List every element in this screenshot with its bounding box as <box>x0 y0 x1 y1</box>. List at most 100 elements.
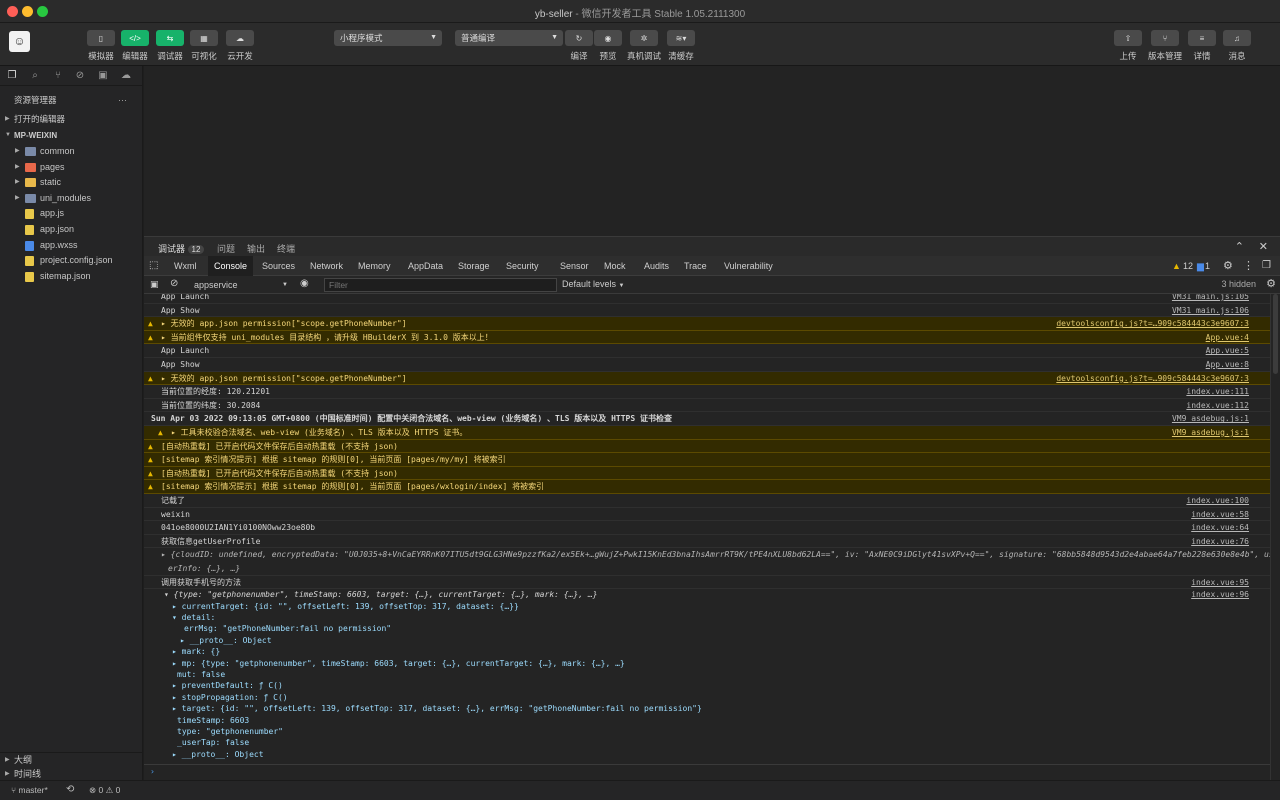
source-link[interactable]: index.vue:76 <box>1191 535 1249 548</box>
problems-indicator[interactable]: ⊗ 0 ⚠ 0 <box>89 785 120 796</box>
window-title: yb-seller - 微信开发者工具 Stable 1.05.2111300 <box>534 9 746 20</box>
source-link[interactable]: VM31 main.js:105 <box>1172 294 1249 303</box>
console-line: App Launch App.vue:5 <box>144 344 1270 358</box>
inspect-icon[interactable]: ⬚ <box>149 256 158 276</box>
tab-wxml[interactable]: Wxml <box>174 256 197 276</box>
more-icon[interactable]: ··· <box>118 93 138 108</box>
outline-section[interactable]: ▶ 大纲 <box>0 752 143 767</box>
tab-console[interactable]: Console <box>208 256 254 276</box>
tab-security[interactable]: Security <box>506 256 539 276</box>
console-line: ▸ mark: {} <box>172 647 221 657</box>
file-tree-item[interactable]: ▶ uni_modules <box>0 191 143 206</box>
editor-button[interactable]: </> <box>121 30 149 46</box>
gear-icon[interactable]: ⚙ <box>1223 256 1233 276</box>
source-link[interactable]: App.vue:5 <box>1206 344 1249 357</box>
file-tree-item[interactable]: app.wxss <box>0 238 143 253</box>
tab-appdata[interactable]: AppData <box>408 256 443 276</box>
console-input[interactable]: › <box>144 764 1270 778</box>
source-link[interactable]: devtoolsconfig.js?t=…909c584443c3e9607:3 <box>1056 372 1249 385</box>
error-icon: ⊗ <box>89 785 97 795</box>
file-tree-item[interactable]: project.config.json <box>0 253 143 268</box>
source-link[interactable]: App.vue:8 <box>1206 358 1249 371</box>
version-button[interactable]: ⑂ <box>1151 30 1179 46</box>
filter-input[interactable] <box>324 278 557 292</box>
extensions-icon[interactable]: ▣ <box>96 69 110 83</box>
avatar[interactable]: ☺ <box>9 31 30 52</box>
mode-select[interactable]: 小程序模式 ▼ <box>334 30 442 46</box>
gear-icon[interactable]: ⚙ <box>1266 277 1276 290</box>
messages-button[interactable]: ♫ <box>1223 30 1251 46</box>
file-tree-item[interactable]: ▶ common <box>0 144 143 159</box>
cloud-icon[interactable]: ☁ <box>119 69 133 83</box>
source-link[interactable]: index.vue:96 <box>1191 589 1249 600</box>
file-tree-item[interactable]: sitemap.json <box>0 269 143 284</box>
sidebar-toggle-icon[interactable]: ▣ <box>150 279 159 290</box>
visual-button[interactable]: ▦ <box>190 30 218 46</box>
search-icon[interactable]: ⌕ <box>28 69 42 83</box>
tab-sensor[interactable]: Sensor <box>560 256 589 276</box>
chevron-up-icon[interactable]: ⌃ <box>1235 240 1244 253</box>
source-link[interactable]: devtoolsconfig.js?t=…909c584443c3e9607:3 <box>1056 317 1249 330</box>
tab-trace[interactable]: Trace <box>684 256 707 276</box>
source-link[interactable]: App.vue:4 <box>1206 331 1249 344</box>
source-link[interactable]: VM9 asdebug.js:1 <box>1172 412 1249 425</box>
compile-button[interactable]: ↻ <box>565 30 593 46</box>
file-tree-item[interactable]: ▶ pages <box>0 160 143 175</box>
source-link[interactable]: index.vue:111 <box>1186 385 1249 398</box>
compile-select[interactable]: 普通编译 ▼ <box>455 30 563 46</box>
source-link[interactable]: index.vue:100 <box>1186 494 1249 507</box>
simulator-button[interactable]: ▯ <box>87 30 115 46</box>
bell-icon: ♫ <box>1234 33 1240 43</box>
clear-cache-button[interactable]: ≋▾ <box>667 30 695 46</box>
tab-audits[interactable]: Audits <box>644 256 669 276</box>
source-link[interactable]: index.vue:112 <box>1186 399 1249 412</box>
debugger-button[interactable]: ⇆ <box>156 30 184 46</box>
tab-vulnerability[interactable]: Vulnerability <box>724 256 773 276</box>
file-tree-item[interactable]: app.json <box>0 222 143 237</box>
dock-icon[interactable]: ❐ <box>1262 256 1271 276</box>
open-editors-section[interactable]: ▶ 打开的编辑器 <box>0 112 143 127</box>
tab-debugger[interactable]: 调试器 12 <box>158 242 205 255</box>
warning-icon: ▲ <box>148 332 153 342</box>
tab-problems[interactable]: 问题 <box>217 242 235 255</box>
more-vertical-icon[interactable]: ⋮ <box>1243 256 1254 276</box>
eye-icon[interactable]: ◉ <box>300 278 309 289</box>
tab-output[interactable]: 输出 <box>247 242 265 255</box>
source-link[interactable]: index.vue:95 <box>1191 576 1249 589</box>
debug-icon[interactable]: ⊘ <box>73 69 87 83</box>
menu-icon: ≡ <box>1199 33 1205 43</box>
branch-indicator[interactable]: ⑂ master* <box>11 785 48 795</box>
upload-button[interactable]: ⇧ <box>1114 30 1142 46</box>
details-button[interactable]: ≡ <box>1188 30 1216 46</box>
tab-terminal[interactable]: 终端 <box>277 242 295 255</box>
source-link[interactable]: VM9 asdebug.js:1 <box>1172 426 1249 439</box>
console-line: 当前位置的纬度: 30.2084 index.vue:112 <box>144 399 1270 413</box>
cloud-button[interactable]: ☁ <box>226 30 254 46</box>
source-control-icon[interactable]: ⑂ <box>51 69 65 83</box>
console-scrollbar[interactable] <box>1270 294 1280 780</box>
source-link[interactable]: VM31 main.js:106 <box>1172 304 1249 317</box>
tab-sources[interactable]: Sources <box>262 256 295 276</box>
context-select[interactable]: appservice ▼ <box>190 278 290 292</box>
tab-memory[interactable]: Memory <box>358 256 391 276</box>
info-count[interactable]: 1 <box>1205 256 1210 276</box>
visual-label: 可视化 <box>191 51 217 61</box>
source-link[interactable]: index.vue:58 <box>1191 508 1249 521</box>
version-label: 版本管理 <box>1147 51 1182 61</box>
project-section[interactable]: ▼ MP-WEIXIN <box>0 128 143 143</box>
log-levels-select[interactable]: Default levels ▼ <box>562 279 625 289</box>
file-tree-item[interactable]: ▶ static <box>0 175 143 190</box>
warning-count[interactable]: 12 <box>1183 256 1193 276</box>
remote-debug-button[interactable]: ✲ <box>630 30 658 46</box>
tab-mock[interactable]: Mock <box>604 256 626 276</box>
clear-console-icon[interactable]: ⊘ <box>170 278 178 289</box>
console-filter-bar: ▣ ⊘ appservice▼ ◉ Default levels ▼ 3 hid… <box>144 276 1280 294</box>
close-icon[interactable]: ✕ <box>1259 240 1268 253</box>
sync-icon[interactable]: ⟲ <box>66 784 74 795</box>
files-icon[interactable]: ❐ <box>5 69 19 83</box>
tab-storage[interactable]: Storage <box>458 256 490 276</box>
file-tree-item[interactable]: app.js <box>0 206 143 221</box>
tab-network[interactable]: Network <box>310 256 343 276</box>
preview-button[interactable]: ◉ <box>594 30 622 46</box>
source-link[interactable]: index.vue:64 <box>1191 521 1249 534</box>
